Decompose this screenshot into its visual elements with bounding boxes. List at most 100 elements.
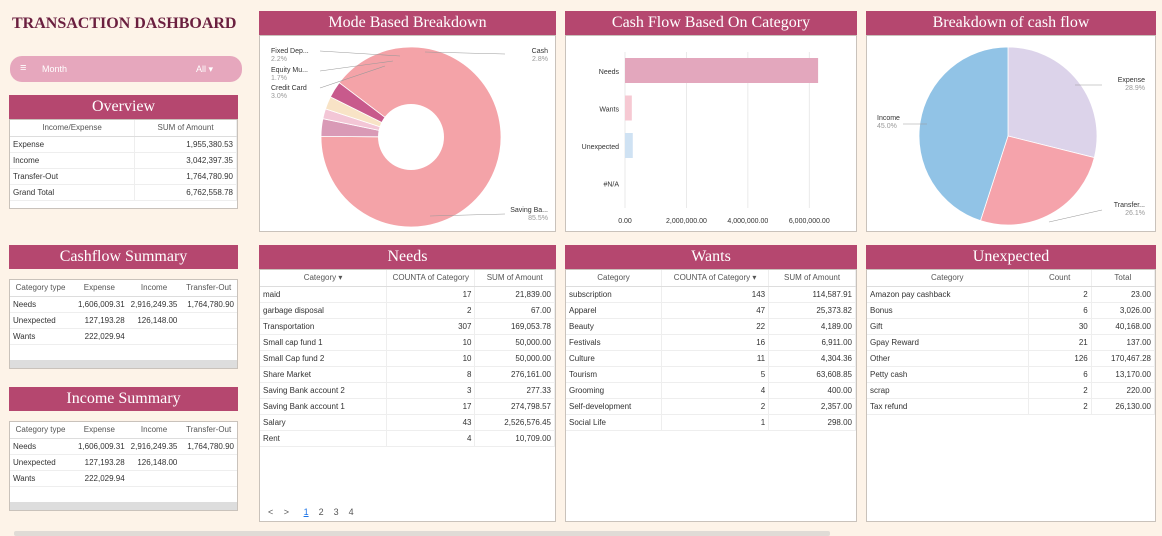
page-number[interactable]: 2 [319, 507, 324, 517]
table-cell: Self-development [566, 398, 663, 415]
page-number[interactable]: 3 [334, 507, 339, 517]
table-cell: 127,193.28 [71, 312, 128, 329]
table-cell: 276,161.00 [474, 366, 555, 383]
table-cell: Needs [10, 438, 72, 455]
column-header[interactable]: COUNTA of Category [386, 270, 476, 287]
x-tick-label: 6,000,000.00 [789, 218, 830, 225]
table-cell: Petty cash [867, 366, 1029, 383]
table-cell: 50,000.00 [474, 334, 555, 351]
table-cell: 1,764,780.90 [180, 438, 237, 455]
column-header[interactable]: Expense [71, 422, 128, 439]
category-tick-label: Unexpected [582, 144, 619, 151]
table-row: Saving Bank account 2 3 277.33 [260, 382, 555, 399]
column-header[interactable]: SUM of Amount [474, 270, 555, 287]
table-row: Saving Bank account 1 17 274,798.57 [260, 398, 555, 415]
column-header[interactable]: Income/Expense [10, 120, 136, 137]
column-header[interactable]: SUM of Amount [768, 270, 856, 287]
table-cell: Festivals [566, 334, 663, 351]
sort-desc-icon[interactable]: ▾ [338, 273, 342, 282]
table-header-row: Category type Expense Income Transfer-Out [10, 422, 237, 439]
month-filter[interactable]: ≡ Month All ▾ [10, 56, 242, 82]
table-cell: Transfer-Out [10, 168, 136, 185]
column-header[interactable]: SUM of Amount [134, 120, 237, 137]
table-cell: scrap [867, 382, 1029, 399]
table-cell [180, 328, 237, 345]
page-number[interactable]: 4 [349, 507, 354, 517]
table-row: Culture 11 4,304.36 [566, 350, 856, 367]
table-cell: 274,798.57 [474, 398, 555, 415]
table-cell: 10 [386, 350, 476, 367]
table-cell [180, 312, 237, 329]
table-cell: 298.00 [768, 414, 856, 431]
table-cell: 10 [386, 334, 476, 351]
table-cell: Beauty [566, 318, 663, 335]
table-cell: 2,916,249.35 [127, 296, 181, 313]
income-label: Income [877, 115, 900, 122]
table-header-row: Category Count Total [867, 270, 1156, 287]
prev-page-icon[interactable]: < [268, 507, 273, 517]
table-cell: 1 [661, 414, 770, 431]
table-cell: 6 [1028, 366, 1092, 383]
table-cell: 126 [1028, 350, 1092, 367]
transfer-pct: 26.1% [1125, 210, 1145, 217]
income-summary-table: Category type Expense Income Transfer-Out Ne… [9, 421, 238, 511]
column-header[interactable]: Category [566, 270, 663, 287]
column-header[interactable]: Total [1091, 270, 1156, 287]
fixed-deposit-pct: 2.2% [271, 56, 287, 63]
table-row: Transportation 307 169,053.78 [260, 318, 555, 335]
table-row: Beauty 22 4,189.00 [566, 318, 856, 335]
horizontal-scrollbar[interactable] [10, 502, 237, 510]
table-cell: Rent [260, 430, 388, 447]
table-row: Wants 222,029.94 [10, 470, 237, 487]
column-header[interactable]: Category type [10, 280, 72, 297]
needs-pagination: < > 1234 [268, 507, 364, 517]
table-header-row: Category ▾ COUNTA of Category SUM of Amoun… [260, 270, 555, 287]
table-cell: 2,526,576.45 [474, 414, 555, 431]
column-header[interactable]: Income [127, 422, 181, 439]
page-scrollbar[interactable] [14, 531, 830, 536]
wants-header: Wants [565, 245, 857, 269]
next-page-icon[interactable]: > [284, 507, 289, 517]
table-cell: 126,148.00 [127, 454, 181, 471]
table-row: Salary 43 2,526,576.45 [260, 414, 555, 431]
column-header[interactable]: COUNTA of Category ▾ [661, 270, 770, 287]
bar-wants[interactable] [625, 95, 632, 121]
x-tick-label: 2,000,000.00 [666, 218, 707, 225]
table-header-row: Category type Expense Income Transfer-Out [10, 280, 237, 297]
column-header[interactable]: Category ▾ [260, 270, 388, 287]
table-row: Gift 30 40,168.00 [867, 318, 1156, 335]
horizontal-scrollbar[interactable] [10, 360, 237, 368]
table-cell: 13,170.00 [1091, 366, 1156, 383]
table-cell: 3 [386, 382, 476, 399]
fixed-deposit-label: Fixed Dep... [271, 48, 309, 55]
table-row: garbage disposal 2 67.00 [260, 302, 555, 319]
column-header[interactable]: Income [127, 280, 181, 297]
column-header[interactable]: Transfer-Out [180, 280, 237, 297]
table-row: Needs 1,606,009.31 2,916,249.35 1,764,780.9… [10, 296, 237, 313]
table-cell: subscription [566, 286, 663, 303]
column-header[interactable]: Category type [10, 422, 72, 439]
expense-label: Expense [1118, 77, 1145, 84]
equity-mutual-pct: 1.7% [271, 75, 287, 82]
mode-donut-chart: Fixed Dep... 2.2% Equity Mu... 1.7% Cred… [271, 46, 548, 228]
table-cell: 11 [661, 350, 770, 367]
table-cell: 307 [386, 318, 476, 335]
column-header[interactable]: Count [1028, 270, 1092, 287]
income-summary-header: Income Summary [9, 387, 238, 411]
sort-desc-icon[interactable]: ▾ [752, 273, 756, 282]
table-cell: 114,587.91 [768, 286, 856, 303]
column-header[interactable]: Expense [71, 280, 128, 297]
dashboard-title: TRANSACTION DASHBOARD [12, 15, 237, 32]
column-header[interactable]: Transfer-Out [180, 422, 237, 439]
table-cell [180, 454, 237, 471]
bar-unexpected[interactable] [625, 133, 633, 158]
column-header[interactable]: Category [867, 270, 1029, 287]
bar-needs[interactable] [625, 58, 819, 83]
table-row: maid 17 21,839.00 [260, 286, 555, 303]
unexpected-header: Unexpected [866, 245, 1156, 269]
needs-table: Category ▾ COUNTA of Category SUM of Amoun… [259, 269, 556, 522]
page-number[interactable]: 1 [304, 507, 309, 517]
table-cell: 277.33 [474, 382, 555, 399]
saving-bank-label: Saving Ba... [510, 207, 548, 214]
table-cell: Gift [867, 318, 1029, 335]
